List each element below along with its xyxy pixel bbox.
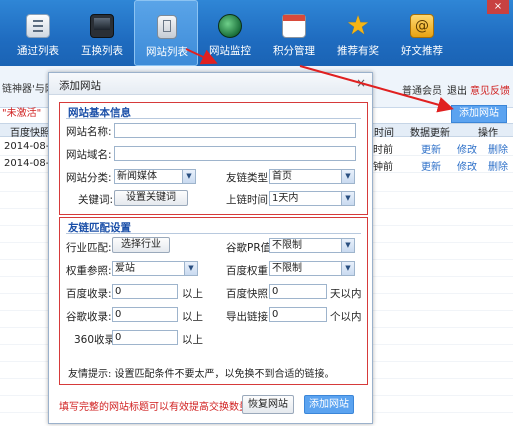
section-divider bbox=[66, 233, 361, 234]
baidu-weight-value: 不限制 bbox=[272, 263, 302, 274]
basic-info-section: 网站基本信息 网站名称: 网站域名: 网站分类: 新闻媒体 ▼ 友链类型: 首页… bbox=[59, 102, 368, 215]
baidu-index-suffix: 以上 bbox=[182, 288, 203, 300]
toolbar-label: 网站监控 bbox=[209, 45, 251, 57]
toolbar-label: 通过列表 bbox=[17, 45, 59, 57]
toolbar-label: 网站列表 bbox=[146, 46, 188, 58]
baidu-index-input[interactable]: 0 bbox=[112, 284, 178, 299]
toolbar-item-approved-list[interactable]: 通过列表 bbox=[6, 0, 70, 66]
baidu-weight-label: 百度权重: bbox=[226, 265, 272, 277]
domain-input[interactable] bbox=[114, 146, 356, 161]
category-value: 新闻媒体 bbox=[117, 171, 157, 182]
row-time: 时前 bbox=[373, 145, 393, 156]
add-site-button[interactable]: 添加网站 bbox=[304, 395, 354, 414]
weight-ref-value: 爱站 bbox=[115, 263, 135, 274]
row-time: 钟前 bbox=[373, 162, 393, 173]
toolbar-label: 互换列表 bbox=[81, 45, 123, 57]
link-time-select[interactable]: 1天内 ▼ bbox=[269, 191, 355, 206]
s360-index-suffix: 以上 bbox=[182, 334, 203, 346]
row-edit-link[interactable]: 修改 bbox=[457, 158, 477, 173]
link-type-value: 首页 bbox=[272, 171, 292, 182]
baidu-snapshot-label: 百度快照: bbox=[226, 288, 272, 300]
chevron-down-icon: ▼ bbox=[182, 170, 195, 183]
feedback-link[interactable]: 意见反馈 bbox=[470, 82, 510, 97]
select-industry-button[interactable]: 选择行业 bbox=[112, 237, 170, 253]
link-type-select[interactable]: 首页 ▼ bbox=[269, 169, 355, 184]
column-header-data: 数据更新 bbox=[410, 128, 450, 139]
outbound-label: 导出链接: bbox=[226, 311, 272, 323]
row-delete-link[interactable]: 删除 bbox=[488, 141, 508, 156]
row-delete-link[interactable]: 删除 bbox=[488, 158, 508, 173]
google-index-suffix: 以上 bbox=[182, 311, 203, 323]
dialog-close-button[interactable]: × bbox=[356, 76, 366, 90]
set-keywords-button[interactable]: 设置关键词 bbox=[114, 190, 188, 206]
toolbar-label: 积分管理 bbox=[273, 45, 315, 57]
phone-icon bbox=[157, 15, 177, 39]
industry-label: 行业匹配: bbox=[66, 242, 112, 254]
category-select[interactable]: 新闻媒体 ▼ bbox=[114, 169, 196, 184]
calendar-icon bbox=[282, 14, 306, 38]
domain-label: 网站域名: bbox=[66, 149, 112, 161]
baidu-snapshot-suffix: 天以内 bbox=[330, 288, 362, 300]
outbound-input[interactable]: 0 bbox=[269, 307, 327, 322]
column-header-baidu: 百度快照 bbox=[10, 128, 50, 139]
chevron-down-icon: ▼ bbox=[341, 170, 354, 183]
google-pr-value: 不限制 bbox=[272, 240, 302, 251]
column-header-time: 时间 bbox=[374, 128, 394, 139]
toolbar-item-exchange-list[interactable]: 互换列表 bbox=[70, 0, 134, 66]
baidu-snapshot-input[interactable]: 0 bbox=[269, 284, 327, 299]
baidu-weight-select[interactable]: 不限制 ▼ bbox=[269, 261, 355, 276]
at-icon: @ bbox=[410, 14, 434, 38]
google-index-label: 谷歌收录: bbox=[66, 311, 112, 323]
link-time-value: 1天内 bbox=[272, 193, 299, 204]
footer-hint: 填写完整的网站标题可以有效提高交换数量。 bbox=[59, 402, 259, 413]
chevron-down-icon: ▼ bbox=[184, 262, 197, 275]
monitor-icon bbox=[90, 14, 114, 38]
toolbar-item-points[interactable]: 积分管理 bbox=[262, 0, 326, 66]
top-toolbar: 通过列表 互换列表 网站列表 网站监控 积分管理 ★ 推荐有奖 @ 好文推荐 × bbox=[0, 0, 513, 66]
outbound-suffix: 个以内 bbox=[330, 311, 362, 323]
dialog-title-bar: 添加网站 × bbox=[49, 73, 372, 95]
weight-ref-label: 权重参照: bbox=[66, 265, 112, 277]
link-time-label: 上链时间: bbox=[226, 194, 272, 206]
brand-text: 链神器'与网 bbox=[2, 84, 55, 95]
google-pr-select[interactable]: 不限制 ▼ bbox=[269, 238, 355, 253]
clipboard-icon bbox=[26, 14, 50, 38]
baidu-index-label: 百度收录: bbox=[66, 288, 112, 300]
row-update-link[interactable]: 更新 bbox=[421, 141, 441, 156]
star-icon: ★ bbox=[346, 11, 370, 41]
keyword-label: 关键词: bbox=[78, 194, 114, 206]
window-close-button[interactable]: × bbox=[487, 0, 509, 14]
inactive-notice: "未激活" bbox=[2, 108, 42, 119]
toolbar-item-site-list[interactable]: 网站列表 bbox=[134, 0, 198, 66]
toolbar-item-site-monitor[interactable]: 网站监控 bbox=[198, 0, 262, 66]
row-edit-link[interactable]: 修改 bbox=[457, 141, 477, 156]
column-header-op: 操作 bbox=[478, 128, 498, 139]
chevron-down-icon: ▼ bbox=[341, 192, 354, 205]
link-match-section: 友链匹配设置 行业匹配: 选择行业 谷歌PR值: 不限制 ▼ 权重参照: 爱站 … bbox=[59, 217, 368, 385]
chevron-down-icon: ▼ bbox=[341, 239, 354, 252]
toolbar-label: 推荐有奖 bbox=[337, 45, 379, 57]
toolbar-item-referral[interactable]: ★ 推荐有奖 bbox=[326, 0, 390, 66]
dialog-title: 添加网站 bbox=[59, 80, 101, 92]
category-label: 网站分类: bbox=[66, 172, 112, 184]
google-pr-label: 谷歌PR值: bbox=[226, 242, 275, 254]
weight-ref-select[interactable]: 爱站 ▼ bbox=[112, 261, 198, 276]
add-site-dialog: 添加网站 × 网站基本信息 网站名称: 网站域名: 网站分类: 新闻媒体 ▼ 友… bbox=[48, 72, 373, 424]
chevron-down-icon: ▼ bbox=[341, 262, 354, 275]
globe-icon bbox=[218, 14, 242, 38]
link-type-label: 友链类型: bbox=[226, 172, 272, 184]
toolbar-label: 好文推荐 bbox=[401, 45, 443, 57]
restore-site-button[interactable]: 恢复网站 bbox=[242, 395, 294, 414]
member-level: 普通会员 bbox=[402, 86, 442, 97]
site-name-label: 网站名称: bbox=[66, 126, 112, 138]
row-update-link[interactable]: 更新 bbox=[421, 158, 441, 173]
site-name-input[interactable] bbox=[114, 123, 356, 138]
toolbar-item-articles[interactable]: @ 好文推荐 bbox=[390, 0, 454, 66]
google-index-input[interactable]: 0 bbox=[112, 307, 178, 322]
match-tip: 友情提示: 设置匹配条件不要太严，以免换不到合适的链接。 bbox=[68, 369, 335, 380]
add-site-button-background[interactable]: 添加网站 bbox=[451, 105, 507, 123]
logout-link[interactable]: 退出 bbox=[447, 82, 467, 97]
s360-index-input[interactable]: 0 bbox=[112, 330, 178, 345]
section-divider bbox=[66, 118, 361, 119]
